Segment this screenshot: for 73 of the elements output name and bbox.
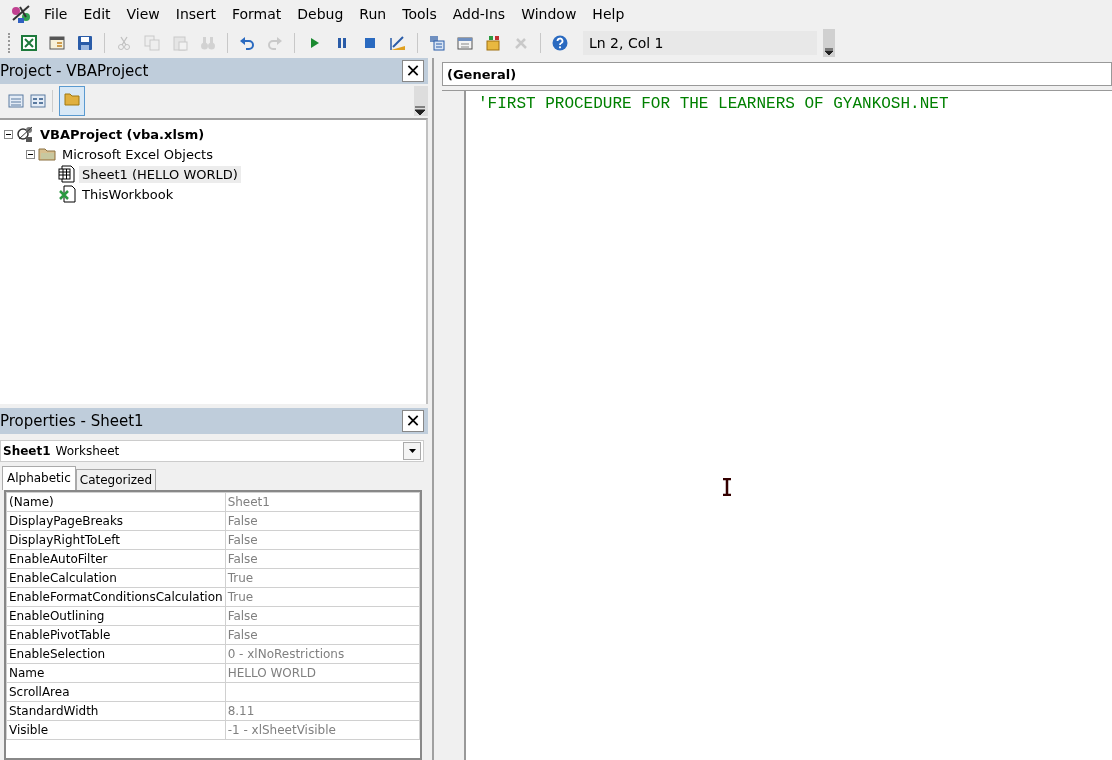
property-name: DisplayPageBreaks xyxy=(6,511,226,531)
property-name: EnableAutoFilter xyxy=(6,549,226,569)
property-value[interactable]: Sheet1 xyxy=(225,492,420,512)
tree-item[interactable]: ThisWorkbook xyxy=(79,185,177,203)
toolbar-options-icon[interactable] xyxy=(823,45,835,57)
property-value[interactable]: 8.11 xyxy=(225,701,420,721)
menu-item[interactable]: Edit xyxy=(75,4,119,24)
text-cursor-icon xyxy=(722,478,732,496)
property-name: ScrollArea xyxy=(6,682,226,702)
property-name: Name xyxy=(6,663,226,683)
property-name: EnableSelection xyxy=(6,644,226,664)
menu-item[interactable]: File xyxy=(36,4,76,24)
object-dropdown[interactable]: Sheet1 Worksheet xyxy=(0,440,424,462)
object-browser-icon[interactable] xyxy=(485,35,501,51)
menu-item[interactable]: Debug xyxy=(289,4,352,24)
menu-item[interactable]: Insert xyxy=(167,4,224,24)
menu-item[interactable]: Run xyxy=(351,4,395,24)
help-icon[interactable] xyxy=(552,35,568,51)
form-icon[interactable] xyxy=(49,35,65,51)
menu-item[interactable]: Add-Ins xyxy=(444,4,514,24)
code-line: 'FIRST PROCEDURE FOR THE LEARNERS OF GYANKOSH.NET xyxy=(478,95,950,115)
view-object-icon[interactable] xyxy=(30,93,46,109)
design-mode-icon[interactable] xyxy=(390,35,406,51)
menu-item[interactable]: Help xyxy=(584,4,633,24)
property-value[interactable]: False xyxy=(225,625,420,645)
folder-icon[interactable] xyxy=(64,91,80,107)
property-name: (Name) xyxy=(6,492,226,512)
menu-item[interactable]: View xyxy=(118,4,168,24)
dropdown-arrow-icon[interactable] xyxy=(407,447,417,455)
tree-item[interactable]: Sheet1 (HELLO WORLD) xyxy=(79,165,241,183)
property-name: DisplayRightToLeft xyxy=(6,530,226,550)
menu-item[interactable]: Format xyxy=(223,4,290,24)
app-logo-icon xyxy=(10,3,32,25)
property-value[interactable]: 0 - xlNoRestrictions xyxy=(225,644,420,664)
tree-item[interactable]: Microsoft Excel Objects xyxy=(59,145,216,163)
property-value[interactable]: HELLO WORLD xyxy=(225,663,420,683)
tab[interactable]: Alphabetic xyxy=(2,466,76,490)
folder-icon xyxy=(38,145,56,163)
property-value[interactable]: True xyxy=(225,587,420,607)
tab[interactable]: Categorized xyxy=(75,469,157,490)
object-combobox[interactable]: (General) xyxy=(442,62,1112,86)
project-icon xyxy=(16,125,34,143)
property-name: EnableOutlining xyxy=(6,606,226,626)
workbook-icon xyxy=(58,185,76,203)
property-name: StandardWidth xyxy=(6,701,226,721)
property-value[interactable]: False xyxy=(225,530,420,550)
project-explorer-icon[interactable] xyxy=(429,35,445,51)
close-button[interactable]: ✕ xyxy=(402,410,424,432)
property-value[interactable]: -1 - xlSheetVisible xyxy=(225,720,420,740)
property-value[interactable]: False xyxy=(225,606,420,626)
collapse-toggle[interactable] xyxy=(4,129,13,139)
property-name: EnablePivotTable xyxy=(6,625,226,645)
menu-item[interactable]: Window xyxy=(513,4,585,24)
menu-item[interactable]: Tools xyxy=(394,4,445,24)
cursor-position: Ln 2, Col 1 xyxy=(583,31,817,55)
property-value[interactable]: False xyxy=(225,549,420,569)
panel-title: Properties - Sheet1 xyxy=(0,412,144,430)
undo-icon[interactable] xyxy=(239,35,255,51)
panel-options-icon[interactable] xyxy=(414,104,426,116)
stop-icon[interactable] xyxy=(362,35,378,51)
tree-item[interactable]: VBAProject (vba.xlsm) xyxy=(37,125,208,143)
property-value[interactable]: False xyxy=(225,511,420,531)
close-button[interactable]: ✕ xyxy=(402,60,424,82)
collapse-toggle[interactable] xyxy=(26,149,35,159)
excel-icon[interactable] xyxy=(21,35,37,51)
panel-title: Project - VBAProject xyxy=(0,62,149,80)
worksheet-icon xyxy=(58,165,76,183)
properties-window-icon[interactable] xyxy=(457,35,473,51)
property-name: EnableFormatConditionsCalculation xyxy=(6,587,226,607)
property-name: EnableCalculation xyxy=(6,568,226,588)
property-value[interactable]: True xyxy=(225,568,420,588)
save-icon[interactable] xyxy=(77,35,93,51)
property-name: Visible xyxy=(6,720,226,740)
